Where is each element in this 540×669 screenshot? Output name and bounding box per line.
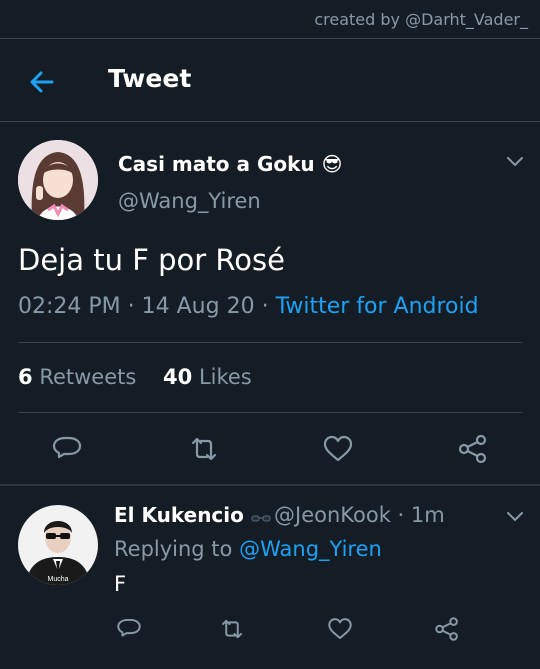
emoji-sunglasses: 😎 bbox=[321, 152, 343, 176]
reply-retweet-button[interactable] bbox=[218, 615, 246, 643]
page-title: Tweet bbox=[108, 64, 192, 93]
reply-meta: @JeonKook · 1m bbox=[274, 503, 445, 527]
reply-author-avatar[interactable]: Mucha bbox=[18, 505, 98, 585]
author-avatar[interactable] bbox=[18, 140, 98, 220]
reply-button[interactable] bbox=[50, 432, 84, 466]
share-button[interactable] bbox=[456, 432, 490, 466]
share-icon bbox=[435, 617, 458, 641]
reply-share-button[interactable] bbox=[433, 615, 461, 643]
reply-handle[interactable]: @JeonKook bbox=[274, 503, 391, 527]
retweets-stat[interactable]: 6 Retweets bbox=[18, 365, 136, 389]
back-button[interactable] bbox=[24, 64, 60, 100]
tweet-stats: 6 Retweets 40 Likes bbox=[18, 365, 252, 389]
like-icon bbox=[328, 618, 352, 640]
tweet-menu-button[interactable] bbox=[504, 150, 526, 172]
replying-to: Replying to @Wang_Yiren bbox=[114, 537, 382, 561]
divider bbox=[0, 121, 540, 122]
reply-icon bbox=[52, 436, 82, 459]
reply-reply-button[interactable] bbox=[115, 615, 143, 643]
reply-icon bbox=[117, 618, 141, 637]
back-arrow-icon bbox=[30, 71, 54, 93]
author-handle[interactable]: @Wang_Yiren bbox=[118, 189, 261, 213]
tweet-date: 14 Aug 20 bbox=[141, 294, 255, 319]
divider bbox=[0, 38, 540, 39]
watermark-credit: created by @Darht_Vader_ bbox=[314, 10, 528, 29]
author-name[interactable]: Casi mato a Goku 😎 bbox=[118, 152, 342, 176]
divider bbox=[18, 342, 522, 343]
tweet-detail-screen: created by @Darht_Vader_ Tweet Casi mato… bbox=[0, 0, 540, 669]
tweet-time: 02:24 PM bbox=[18, 294, 121, 319]
tweet-source-link[interactable]: Twitter for Android bbox=[276, 294, 479, 319]
tweet-text: Deja tu F por Rosé bbox=[18, 243, 285, 277]
share-icon bbox=[458, 434, 487, 464]
divider bbox=[0, 484, 540, 486]
like-icon bbox=[323, 435, 353, 462]
reply-like-button[interactable] bbox=[326, 615, 354, 643]
reply-age: 1m bbox=[410, 503, 445, 527]
retweet-icon bbox=[191, 437, 217, 461]
reply-text: F bbox=[114, 572, 127, 596]
reply-author-name[interactable]: El Kukencio bbox=[114, 503, 271, 529]
retweet-icon bbox=[221, 619, 243, 639]
divider bbox=[18, 412, 522, 413]
likes-stat[interactable]: 40 Likes bbox=[163, 365, 252, 389]
reply-menu-button[interactable] bbox=[504, 505, 526, 527]
replying-to-link[interactable]: @Wang_Yiren bbox=[239, 537, 382, 561]
tweet-meta: 02:24 PM · 14 Aug 20 · Twitter for Andro… bbox=[18, 294, 479, 319]
sunglasses-icon bbox=[251, 505, 271, 529]
chevron-down-icon bbox=[507, 157, 523, 167]
chevron-down-icon bbox=[507, 512, 523, 522]
retweet-button[interactable] bbox=[187, 432, 221, 466]
avatar-caption: Mucha bbox=[47, 576, 68, 583]
like-button[interactable] bbox=[321, 432, 355, 466]
